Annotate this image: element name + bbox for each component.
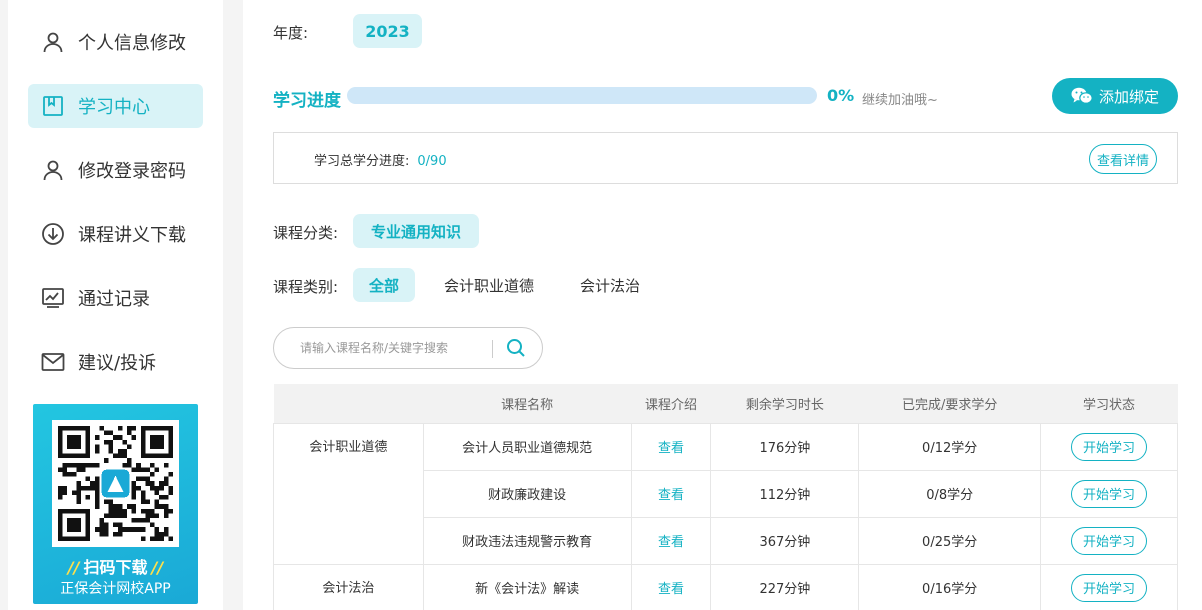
- progress-bar: [347, 87, 817, 104]
- course-credits-cell: 0/25学分: [858, 516, 1042, 565]
- add-binding-button[interactable]: 添加绑定: [1052, 78, 1178, 114]
- start-study-button[interactable]: 开始学习: [1071, 432, 1148, 461]
- credit-progress-text: 学习总学分进度: 0/90: [314, 154, 447, 169]
- table-header-row: 课程名称 课程介绍 剩余学习时长 已完成/要求学分 学习状态: [273, 384, 1178, 423]
- progress-percent: 0%: [827, 86, 855, 105]
- view-details-button[interactable]: 查看详情: [1089, 144, 1157, 174]
- sidebar-item-label: 课程讲义下载: [78, 225, 186, 246]
- chart-icon: [40, 285, 66, 311]
- type-option-all[interactable]: 全部: [353, 268, 415, 302]
- search-divider: [492, 340, 493, 358]
- user-icon: [40, 157, 66, 183]
- search-input[interactable]: [300, 338, 485, 358]
- course-category-cell: 会计法治: [273, 563, 424, 610]
- course-intro-link[interactable]: 查看: [630, 563, 712, 610]
- sidebar: 个人信息修改 学习中心 修改登录密码 课程讲义下载 通过记录 建议/投诉 // …: [8, 0, 223, 610]
- sidebar-item-password[interactable]: 修改登录密码: [28, 148, 203, 192]
- col-header-status: 学习状态: [1040, 384, 1178, 423]
- wechat-icon: [1071, 86, 1093, 106]
- course-remaining-cell: 367分钟: [710, 516, 860, 565]
- sidebar-item-feedback[interactable]: 建议/投诉: [28, 340, 203, 384]
- sidebar-item-label: 学习中心: [78, 97, 150, 118]
- book-icon: [40, 93, 66, 119]
- user-icon: [40, 29, 66, 55]
- type-label: 课程类别:: [273, 278, 339, 296]
- progress-hint: 继续加油哦~: [862, 93, 938, 108]
- credit-progress-box: 学习总学分进度: 0/90 查看详情: [273, 132, 1178, 184]
- mail-icon: [40, 349, 66, 375]
- category-label: 课程分类:: [273, 224, 339, 242]
- course-intro-link[interactable]: 查看: [630, 469, 712, 518]
- qr-subtitle: 正保会计网校APP: [60, 581, 171, 597]
- course-name-cell: 新《会计法》解读: [422, 563, 632, 610]
- course-remaining-cell: 176分钟: [710, 422, 860, 471]
- credit-value: 0/90: [417, 154, 447, 169]
- col-header-credits: 已完成/要求学分: [858, 384, 1041, 423]
- course-credits-cell: 0/12学分: [858, 422, 1042, 471]
- course-name-cell: 财政廉政建设: [422, 469, 632, 518]
- course-intro-link[interactable]: 查看: [630, 516, 712, 565]
- sidebar-item-download[interactable]: 课程讲义下载: [28, 212, 203, 256]
- course-remaining-cell: 112分钟: [710, 469, 860, 518]
- sidebar-item-records[interactable]: 通过记录: [28, 276, 203, 320]
- progress-label: 学习进度: [273, 91, 341, 111]
- col-header-category: [273, 384, 424, 423]
- app-download-card: //扫码下载// 正保会计网校APP: [33, 404, 198, 604]
- course-name-cell: 财政违法违规警示教育: [422, 516, 632, 565]
- category-option[interactable]: 专业通用知识: [353, 214, 479, 248]
- sidebar-item-label: 个人信息修改: [78, 33, 186, 54]
- sidebar-item-label: 通过记录: [78, 289, 150, 310]
- course-name-cell: 会计人员职业道德规范: [422, 422, 632, 471]
- type-option-ethics[interactable]: 会计职业道德: [431, 268, 547, 302]
- start-study-button[interactable]: 开始学习: [1071, 479, 1148, 508]
- table-row: 会计法治 新《会计法》解读 查看 227分钟 0/16学分 开始学习: [273, 563, 1178, 610]
- sidebar-item-profile[interactable]: 个人信息修改: [28, 20, 203, 64]
- course-table: 课程名称 课程介绍 剩余学习时长 已完成/要求学分 学习状态 会计职业道德 会计…: [273, 384, 1178, 610]
- add-binding-label: 添加绑定: [1098, 87, 1159, 106]
- type-option-law[interactable]: 会计法治: [565, 268, 655, 302]
- course-credits-cell: 0/8学分: [858, 469, 1042, 518]
- course-status-cell: 开始学习: [1040, 516, 1178, 565]
- qr-code: [52, 420, 179, 547]
- download-icon: [40, 221, 66, 247]
- sidebar-item-label: 修改登录密码: [78, 161, 186, 182]
- course-intro-link[interactable]: 查看: [630, 422, 712, 471]
- table-row: 会计职业道德 会计人员职业道德规范 查看 176分钟 0/12学分 开始学习: [273, 422, 1178, 565]
- start-study-button[interactable]: 开始学习: [1071, 526, 1148, 555]
- course-category-cell: 会计职业道德: [273, 422, 424, 565]
- qr-title: //扫码下载//: [67, 558, 164, 577]
- start-study-button[interactable]: 开始学习: [1071, 573, 1148, 602]
- course-remaining-cell: 227分钟: [710, 563, 860, 610]
- col-header-intro: 课程介绍: [631, 384, 711, 423]
- col-header-remaining: 剩余学习时长: [710, 384, 859, 423]
- course-status-cell: 开始学习: [1040, 469, 1178, 518]
- year-selector[interactable]: 2023: [353, 14, 422, 48]
- course-status-cell: 开始学习: [1040, 563, 1178, 610]
- course-credits-cell: 0/16学分: [858, 563, 1042, 610]
- course-status-cell: 开始学习: [1040, 422, 1178, 471]
- sidebar-item-study-center[interactable]: 学习中心: [28, 84, 203, 128]
- sidebar-item-label: 建议/投诉: [78, 353, 157, 374]
- col-header-name: 课程名称: [423, 384, 632, 423]
- main-content: 年度: 2023 学习进度 0% 继续加油哦~ 添加绑定 学习总学分进度: 0/9…: [243, 0, 1202, 610]
- search-icon[interactable]: [506, 338, 526, 362]
- search-box: [273, 327, 543, 369]
- year-label: 年度:: [273, 24, 309, 42]
